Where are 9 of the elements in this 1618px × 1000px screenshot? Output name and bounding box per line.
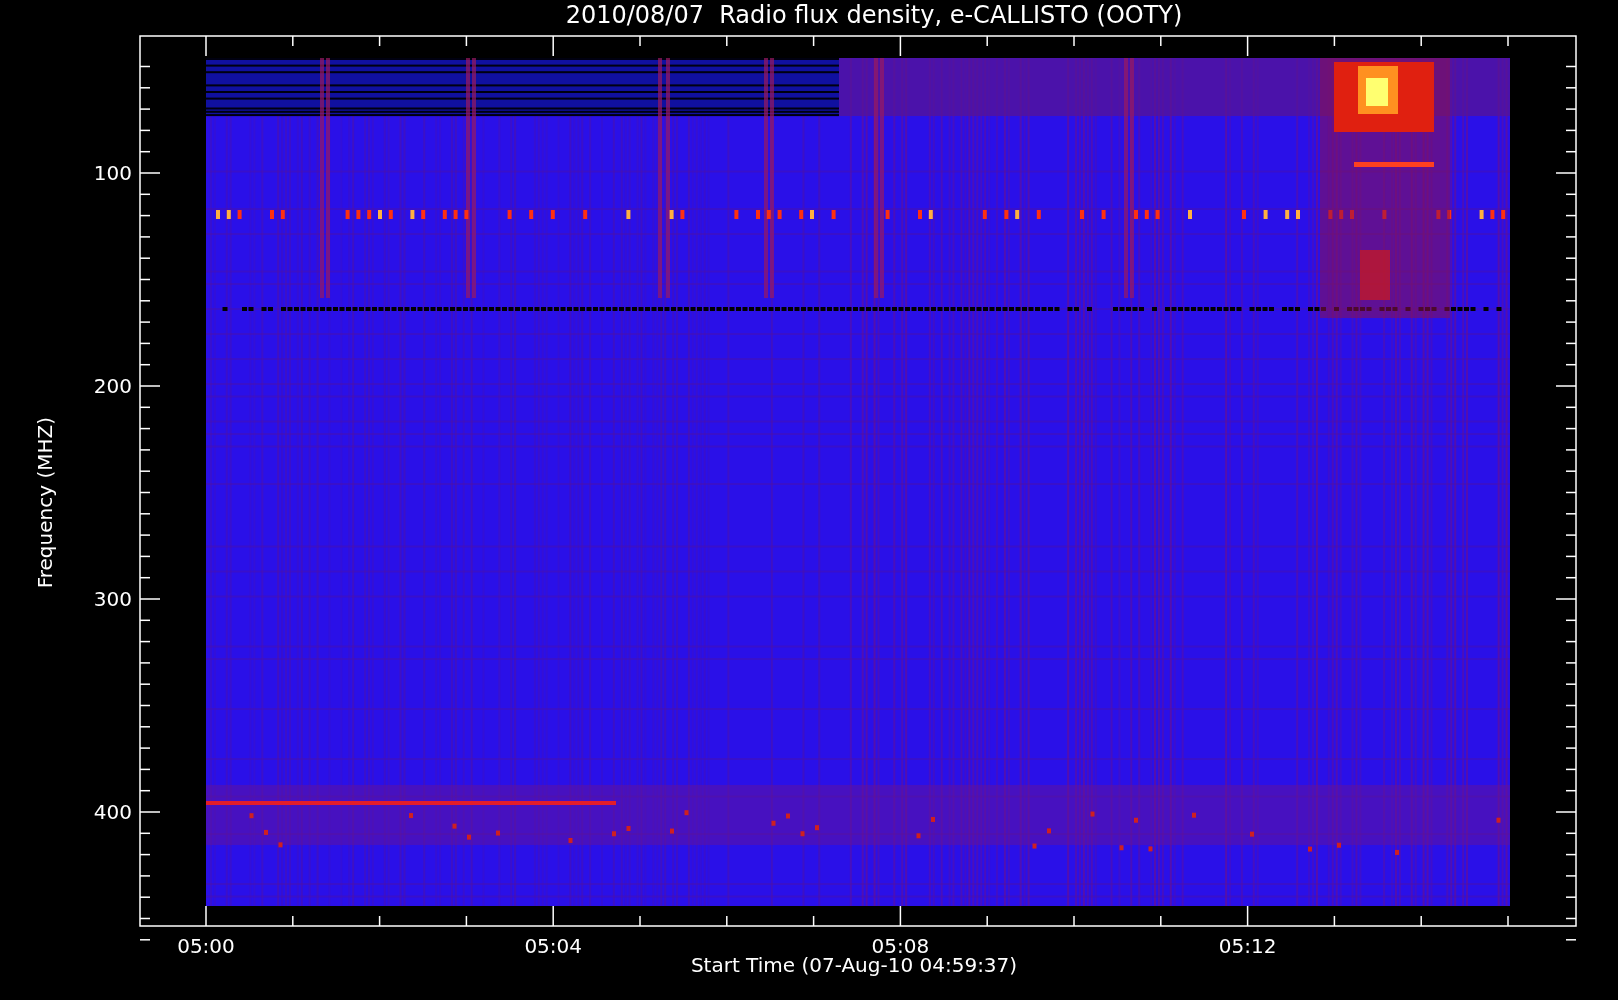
tick-label: 05:00 — [177, 934, 235, 958]
tick-label: 200 — [93, 374, 132, 398]
tick-label: 400 — [93, 800, 132, 824]
tick-label: 05:04 — [524, 934, 582, 958]
chart-title: 2010/08/07 Radio flux density, e-CALLISTO (OOTY) — [564, 0, 1184, 30]
tick-label: 05:12 — [1218, 934, 1277, 958]
axis-label: Frequency (MHZ) — [33, 416, 57, 589]
tick-label: 300 — [93, 587, 132, 611]
tick-label: 100 — [93, 161, 132, 185]
